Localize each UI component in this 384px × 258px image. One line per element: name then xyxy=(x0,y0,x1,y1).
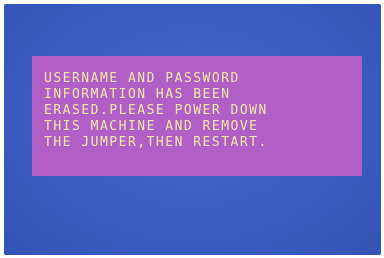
message-line: THE JUMPER,THEN RESTART. xyxy=(44,135,268,150)
message-line: ERASED.PLEASE POWER DOWN xyxy=(44,103,268,118)
message-line: THIS MACHINE AND REMOVE xyxy=(44,119,259,134)
message-text: USERNAME AND PASSWORD INFORMATION HAS BE… xyxy=(44,71,362,151)
message-line: INFORMATION HAS BEEN xyxy=(44,87,231,102)
display-screen: USERNAME AND PASSWORD INFORMATION HAS BE… xyxy=(4,4,381,255)
message-box: USERNAME AND PASSWORD INFORMATION HAS BE… xyxy=(32,56,362,176)
message-line: USERNAME AND PASSWORD xyxy=(44,71,240,86)
